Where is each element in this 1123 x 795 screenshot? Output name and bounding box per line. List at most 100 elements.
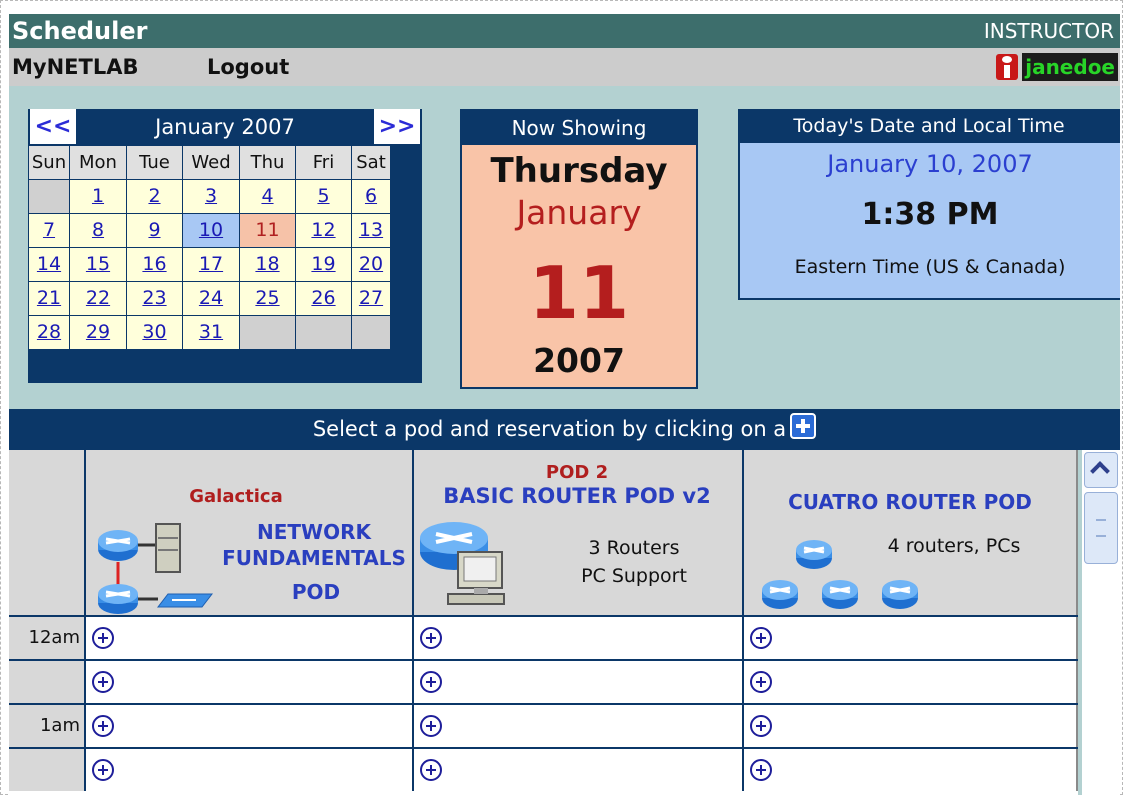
- calendar-day[interactable]: 16: [127, 248, 182, 281]
- weekday-header: Sat: [352, 146, 390, 179]
- weekday-header: Thu: [240, 146, 295, 179]
- add-reservation-icon[interactable]: [92, 627, 114, 649]
- today-body: January 10, 2007 1:38 PM Eastern Time (U…: [740, 143, 1120, 298]
- today-panel: Today's Date and Local Time January 10, …: [738, 109, 1120, 300]
- calendar-day[interactable]: 30: [127, 316, 182, 349]
- now-showing-body: Thursday January 11 2007: [462, 145, 696, 387]
- mynetlab-link[interactable]: MyNETLAB: [12, 55, 138, 79]
- calendar-day[interactable]: 15: [70, 248, 126, 281]
- pod-title-line3: POD: [291, 580, 341, 604]
- scroll-up-icon[interactable]: [1084, 452, 1118, 488]
- calendar-day[interactable]: 21: [29, 282, 69, 315]
- time-label: [9, 661, 86, 703]
- calendar-day[interactable]: 11: [240, 214, 295, 247]
- weekday-header: Sun: [29, 146, 69, 179]
- weekday-header: Wed: [183, 146, 239, 179]
- pod-desc-line2: PC Support: [581, 565, 687, 587]
- vertical-scrollbar[interactable]: [1082, 450, 1120, 795]
- username: janedoe: [1022, 53, 1118, 81]
- now-showing-day: 11: [528, 251, 630, 335]
- calendar-day[interactable]: 10: [183, 214, 239, 247]
- now-showing-panel: Now Showing Thursday January 11 2007: [460, 109, 698, 389]
- reservation-slot: [86, 749, 414, 791]
- calendar-month-label: January 2007: [155, 115, 295, 139]
- reservation-slot: [744, 661, 1078, 703]
- reservation-slot: [744, 705, 1078, 747]
- calendar-day[interactable]: 8: [70, 214, 126, 247]
- calendar-day[interactable]: 1: [70, 180, 126, 213]
- add-reservation-icon[interactable]: [92, 715, 114, 737]
- calendar-day[interactable]: 17: [183, 248, 239, 281]
- next-month-button[interactable]: >>: [374, 109, 420, 144]
- calendar-day[interactable]: 26: [296, 282, 351, 315]
- add-reservation-icon[interactable]: [420, 715, 442, 737]
- table-row: [9, 747, 1078, 791]
- now-showing-weekday: Thursday: [490, 151, 668, 191]
- network-diagram-icon: [98, 523, 214, 614]
- calendar-day[interactable]: 6: [352, 180, 390, 213]
- plus-icon: [790, 413, 817, 439]
- calendar-day[interactable]: 20: [352, 248, 390, 281]
- reservation-slot: [414, 705, 744, 747]
- now-showing-header: Now Showing: [511, 116, 647, 140]
- calendar-header: << January 2007 >>: [28, 109, 422, 146]
- time-label: 12am: [9, 617, 86, 659]
- calendar-day[interactable]: 9: [127, 214, 182, 247]
- add-reservation-icon[interactable]: [750, 671, 772, 693]
- calendar-day[interactable]: 14: [29, 248, 69, 281]
- reservation-slot: [744, 749, 1078, 791]
- add-reservation-icon[interactable]: [420, 759, 442, 781]
- calendar-day[interactable]: 19: [296, 248, 351, 281]
- calendar: << January 2007 >> Sun Mon Tue Wed Thu Fri Sat…: [28, 109, 422, 383]
- calendar-empty-cell: [29, 180, 69, 213]
- calendar-day[interactable]: 12: [296, 214, 351, 247]
- add-reservation-icon[interactable]: [92, 759, 114, 781]
- calendar-day[interactable]: 31: [183, 316, 239, 349]
- calendar-day[interactable]: 3: [183, 180, 239, 213]
- router-icon: [98, 530, 138, 561]
- add-reservation-icon[interactable]: [420, 627, 442, 649]
- calendar-day[interactable]: 25: [240, 282, 295, 315]
- add-reservation-icon[interactable]: [750, 627, 772, 649]
- calendar-day[interactable]: 22: [70, 282, 126, 315]
- now-showing-year: 2007: [533, 341, 625, 380]
- calendar-day[interactable]: 24: [183, 282, 239, 315]
- calendar-day[interactable]: 23: [127, 282, 182, 315]
- router-icon: [98, 584, 138, 614]
- user-icon: [996, 54, 1019, 80]
- prev-month-button[interactable]: <<: [30, 109, 76, 144]
- router-pc-icon: [420, 522, 505, 605]
- calendar-day[interactable]: 18: [240, 248, 295, 281]
- add-reservation-icon[interactable]: [420, 671, 442, 693]
- calendar-day[interactable]: 27: [352, 282, 390, 315]
- pod-header-cuatro: CUATRO ROUTER POD 4 routers, PCs: [744, 450, 1078, 615]
- calendar-day[interactable]: 29: [70, 316, 126, 349]
- weekday-header: Tue: [127, 146, 182, 179]
- table-row: 12am: [9, 615, 1078, 659]
- today-date: January 10, 2007: [827, 150, 1033, 178]
- router-icon: [882, 580, 918, 609]
- reservation-slot: [414, 661, 744, 703]
- time-zone: Eastern Time (US & Canada): [794, 256, 1066, 278]
- calendar-day[interactable]: 7: [29, 214, 69, 247]
- reservation-slot: [414, 617, 744, 659]
- calendar-day[interactable]: 5: [296, 180, 351, 213]
- calendar-day[interactable]: 4: [240, 180, 295, 213]
- add-reservation-icon[interactable]: [750, 759, 772, 781]
- calendar-day[interactable]: 2: [127, 180, 182, 213]
- reservation-slot: [414, 749, 744, 791]
- calendar-empty-cell: [352, 316, 390, 349]
- logout-link[interactable]: Logout: [207, 55, 289, 79]
- add-reservation-icon[interactable]: [750, 715, 772, 737]
- add-reservation-icon[interactable]: [92, 671, 114, 693]
- calendar-day[interactable]: 28: [29, 316, 69, 349]
- calendar-grid: Sun Mon Tue Wed Thu Fri Sat 1 2 3 4 5 6 7 8 9 10 11 12 13 14…: [28, 146, 422, 383]
- calendar-empty-cell: [296, 316, 351, 349]
- pod-name: POD 2: [545, 462, 609, 483]
- calendar-day[interactable]: 13: [352, 214, 390, 247]
- pod-title-line2: FUNDAMENTALS: [222, 546, 406, 570]
- scroll-thumb[interactable]: [1084, 492, 1118, 564]
- today-header: Today's Date and Local Time: [793, 115, 1065, 137]
- router-icon: [762, 580, 798, 609]
- user-role: INSTRUCTOR: [983, 19, 1114, 43]
